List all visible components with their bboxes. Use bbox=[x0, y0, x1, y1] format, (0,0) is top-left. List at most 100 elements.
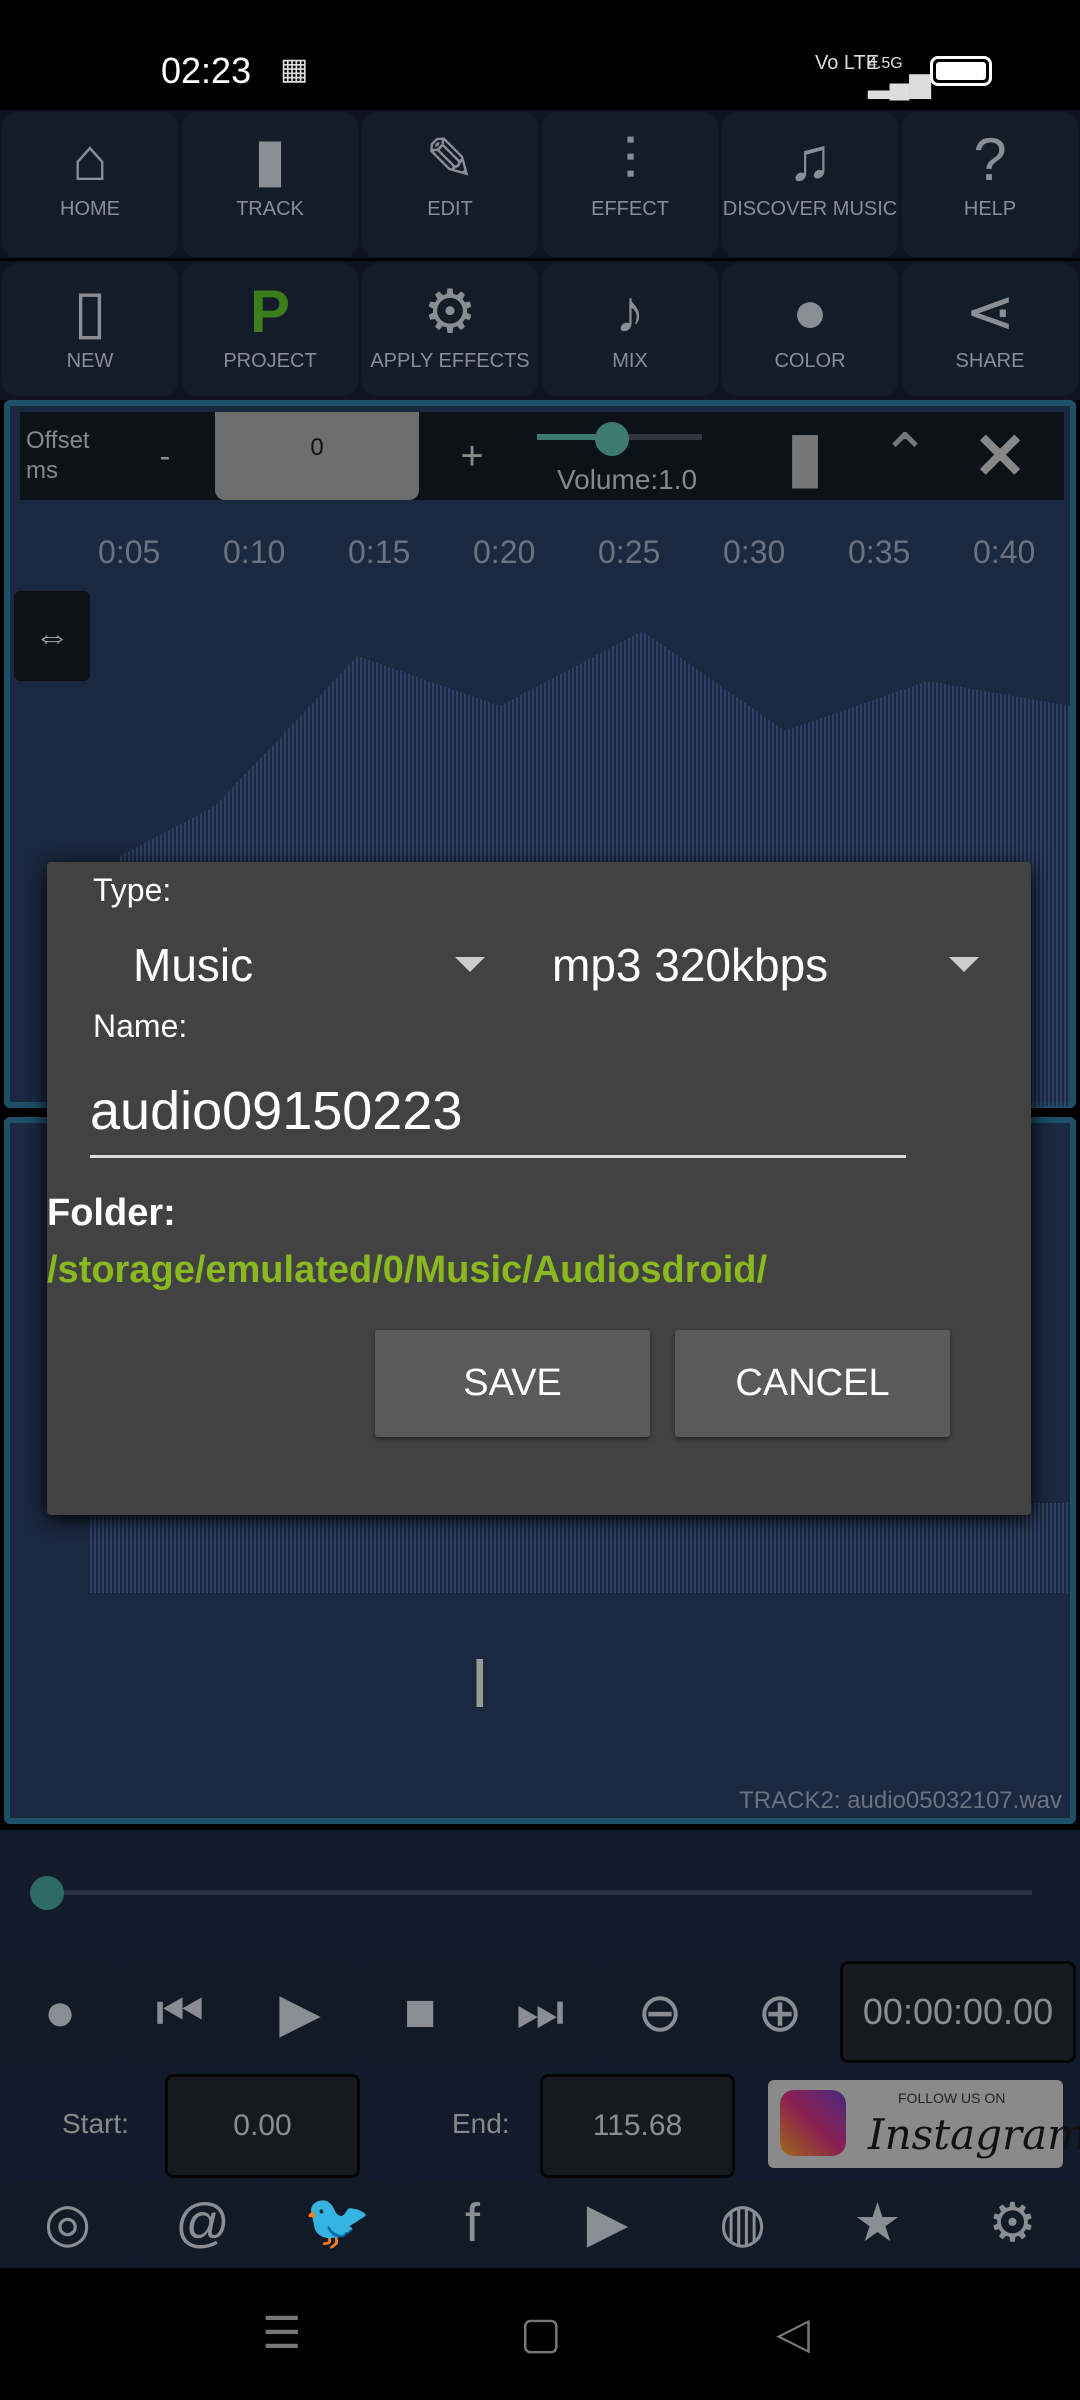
offset-minus-button[interactable]: - bbox=[115, 438, 215, 475]
offset-input[interactable]: 0 bbox=[215, 412, 419, 500]
color-wheel-icon: ● bbox=[791, 278, 829, 345]
home-icon: ⌂ bbox=[71, 126, 109, 193]
play-button[interactable]: ▶ bbox=[242, 1958, 358, 2066]
toolbar-share-button[interactable]: ⋖ SHARE bbox=[902, 264, 1078, 396]
twitter-icon[interactable]: 🐦 bbox=[272, 2180, 403, 2265]
instagram-follow-banner[interactable]: FOLLOW US ON Instagram bbox=[768, 2080, 1080, 2168]
time-tick: 0:20 bbox=[473, 534, 536, 570]
name-label: Name: bbox=[93, 1008, 188, 1044]
instagram-logo-icon bbox=[780, 2090, 846, 2156]
toolbar-track-button[interactable]: ▮ TRACK bbox=[182, 112, 358, 257]
format-dropdown[interactable]: mp3 320kbps bbox=[547, 932, 997, 992]
seek-thumb[interactable] bbox=[30, 1876, 64, 1910]
toolbar-label: SHARE bbox=[955, 350, 1025, 372]
folder-path-link[interactable]: /storage/emulated/0/Music/Audiosdroid/ bbox=[47, 1249, 767, 1292]
toolbar-label: APPLY EFFECTS bbox=[370, 350, 530, 372]
battery-icon bbox=[930, 56, 992, 86]
time-tick: 0:30 bbox=[723, 534, 786, 570]
skip-forward-button[interactable]: ⏭ bbox=[482, 1958, 598, 2066]
type-value: Music bbox=[133, 939, 254, 991]
status-bar: 02:23 ▦ Vo LTE 4.5G ▂▄▆ bbox=[0, 0, 1080, 110]
toolbar-mix-button[interactable]: ♪ MIX bbox=[542, 264, 718, 396]
type-label: Type: bbox=[93, 872, 172, 908]
zoom-out-button[interactable]: ⊖ bbox=[602, 1958, 718, 2066]
facebook-icon[interactable]: f bbox=[407, 2180, 538, 2265]
sliders-icon: ⫶ bbox=[622, 126, 638, 193]
chevron-down-icon bbox=[949, 957, 979, 972]
toolbar-project-button[interactable]: P PROJECT bbox=[182, 264, 358, 396]
toolbar-new-button[interactable]: ▯ NEW bbox=[2, 264, 178, 396]
new-file-icon: ▯ bbox=[73, 278, 107, 345]
toolbar-label: HOME bbox=[60, 198, 120, 220]
volume-slider[interactable]: Volume:1.0 bbox=[525, 412, 755, 500]
offset-label: Offset ms bbox=[26, 427, 90, 484]
toolbar-discover-music-button[interactable]: ♫ DISCOVER MUSIC bbox=[722, 112, 898, 257]
waveform-icon: ▮ bbox=[253, 126, 287, 193]
collapse-icon[interactable]: ⌃ bbox=[855, 421, 955, 491]
folder-label: Folder: bbox=[47, 1192, 176, 1234]
follow-us-text: FOLLOW US ON bbox=[898, 2090, 1006, 2106]
help-icon: ? bbox=[973, 126, 1007, 193]
toolbar-home-button[interactable]: ⌂ HOME bbox=[2, 112, 178, 257]
threads-icon[interactable]: @ bbox=[137, 2180, 268, 2265]
file-icon[interactable]: ▮ bbox=[755, 415, 855, 497]
save-button[interactable]: SAVE bbox=[375, 1330, 650, 1437]
cancel-button[interactable]: CANCEL bbox=[675, 1330, 950, 1437]
toolbar-label: EFFECT bbox=[591, 198, 669, 220]
time-tick: 0:35 bbox=[848, 534, 911, 570]
back-nav-icon[interactable]: ◁ bbox=[776, 2308, 810, 2359]
toolbar-label: HELP bbox=[963, 198, 1017, 220]
home-nav-icon[interactable]: ▢ bbox=[520, 2308, 562, 2359]
time-tick: 0:40 bbox=[973, 534, 1036, 570]
volume-label: Volume:1.0 bbox=[557, 464, 698, 495]
time-tick: 0:15 bbox=[348, 534, 411, 570]
start-input[interactable]: 0.00 bbox=[165, 2074, 360, 2178]
time-tick: 0:05 bbox=[98, 534, 161, 570]
toolbar-label: COLOR bbox=[774, 350, 846, 372]
skip-back-button[interactable]: ⏮ bbox=[122, 1958, 238, 2066]
settings-icon[interactable]: ⚙ bbox=[947, 2180, 1078, 2265]
toolbar-color-button[interactable]: ● COLOR bbox=[722, 264, 898, 396]
end-label: End: bbox=[452, 2108, 510, 2139]
zoom-in-button[interactable]: ⊕ bbox=[722, 1958, 838, 2066]
stop-button[interactable]: ■ bbox=[362, 1958, 478, 2066]
instagram-icon[interactable]: ◎ bbox=[2, 2180, 133, 2265]
toolbar-effect-button[interactable]: ⫶ EFFECT bbox=[542, 112, 718, 257]
gear-check-icon: ⚙ bbox=[423, 278, 477, 345]
move-handle-icon[interactable]: ⇔ bbox=[14, 591, 90, 681]
save-dialog: Type: Music mp3 320kbps Name: audio09150… bbox=[47, 862, 1031, 1515]
menu-nav-icon[interactable]: ☰ bbox=[262, 2308, 301, 2359]
type-dropdown[interactable]: Music bbox=[107, 932, 507, 992]
volume-thumb[interactable] bbox=[595, 422, 629, 456]
format-value: mp3 320kbps bbox=[552, 939, 829, 991]
toolbar-label: NEW bbox=[66, 350, 114, 372]
close-track-icon[interactable]: ✕ bbox=[955, 419, 1045, 494]
seek-bar[interactable] bbox=[47, 1890, 1032, 1895]
time-ruler: 0:05 0:10 0:15 0:20 0:25 0:30 0:35 0:40 bbox=[10, 534, 1070, 574]
clock: 02:23 bbox=[161, 50, 252, 91]
name-input[interactable]: audio09150223 bbox=[90, 1080, 906, 1158]
instagram-text: Instagram bbox=[868, 2110, 1080, 2159]
toolbar-label: DISCOVER MUSIC bbox=[722, 198, 898, 220]
project-icon: P bbox=[249, 278, 291, 345]
toolbar-apply-effects-button[interactable]: ⚙ APPLY EFFECTS bbox=[362, 264, 538, 396]
chevron-down-icon bbox=[455, 957, 485, 972]
record-button[interactable]: ● bbox=[2, 1958, 118, 2066]
globe-icon[interactable]: ◍ bbox=[677, 2180, 808, 2265]
time-tick: 0:10 bbox=[223, 534, 286, 570]
track2-waveform[interactable] bbox=[90, 1503, 1070, 1593]
toolbar-label: PROJECT bbox=[223, 350, 317, 372]
start-label: Start: bbox=[62, 2108, 129, 2139]
text-cursor-icon: I bbox=[470, 1644, 490, 1722]
track2-label: TRACK2: audio05032107.wav bbox=[739, 1787, 1062, 1814]
star-icon[interactable]: ★ bbox=[812, 2180, 943, 2265]
offset-plus-button[interactable]: + bbox=[419, 434, 525, 479]
toolbar-help-button[interactable]: ? HELP bbox=[902, 112, 1078, 257]
share-icon: ⋖ bbox=[964, 278, 1016, 345]
mix-icon: ♪ bbox=[615, 278, 645, 345]
toolbar-edit-button[interactable]: ✎ EDIT bbox=[362, 112, 538, 257]
youtube-icon[interactable]: ▶ bbox=[542, 2180, 673, 2265]
signal-icon: ▂▄▆ bbox=[868, 67, 931, 98]
toolbar-label: MIX bbox=[612, 350, 648, 372]
end-input[interactable]: 115.68 bbox=[540, 2074, 735, 2178]
